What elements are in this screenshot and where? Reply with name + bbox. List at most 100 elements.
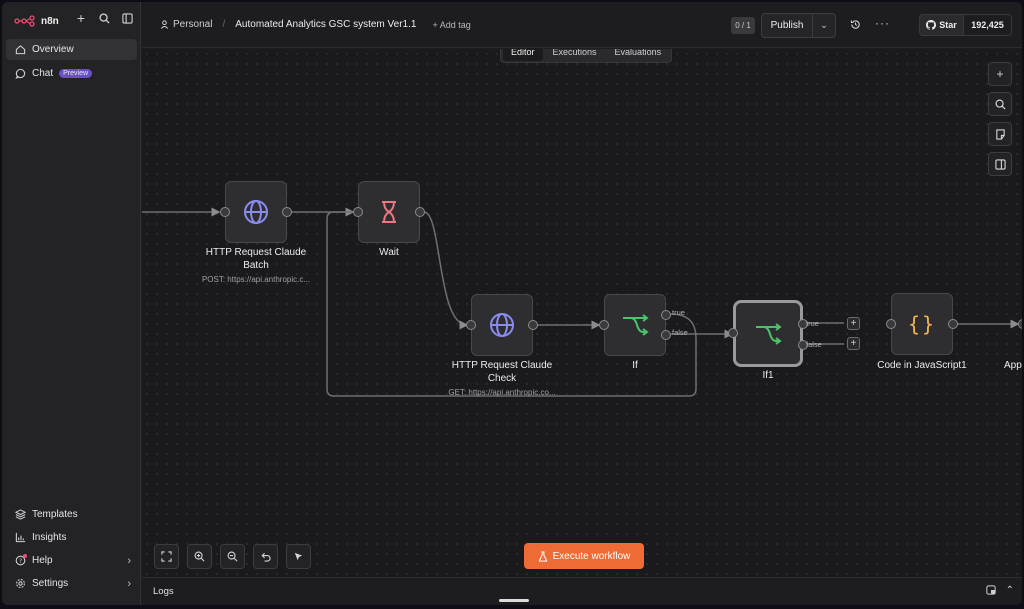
sidebar-item-label: Templates <box>32 509 78 520</box>
logs-panel[interactable]: Logs ⌃ <box>142 577 1022 605</box>
node-code-javascript[interactable]: {} <box>886 293 958 355</box>
pointer-mode-button[interactable] <box>286 544 311 569</box>
add-icon[interactable]: + <box>74 10 88 26</box>
sidebar-item-label: Insights <box>32 532 67 543</box>
search-icon[interactable] <box>97 11 111 25</box>
undo-button[interactable] <box>253 544 278 569</box>
sticky-note-button[interactable] <box>988 122 1012 146</box>
breadcrumb-separator: / <box>222 19 226 30</box>
sidebar-item-help[interactable]: ? Help › <box>6 550 137 571</box>
workflow-title[interactable]: Automated Analytics GSC system Ver1.1 <box>235 19 416 30</box>
execute-workflow-button[interactable]: Execute workflow <box>524 543 644 569</box>
node-title: HTTP Request Claude Check <box>451 360 553 384</box>
sidebar: n8n + Overview Chat Preview Templates In… <box>2 2 141 605</box>
search-nodes-button[interactable] <box>988 92 1012 116</box>
add-tag-button[interactable]: + Add tag <box>432 20 470 30</box>
chevron-right-icon: › <box>127 577 131 590</box>
toggle-panel-button[interactable] <box>988 152 1012 176</box>
output-label-false: false <box>672 328 688 337</box>
output-handle-true[interactable] <box>661 310 671 320</box>
output-handle[interactable] <box>948 319 958 329</box>
zoom-in-button[interactable] <box>187 544 212 569</box>
top-header: Personal / Automated Analytics GSC syste… <box>142 2 1022 48</box>
sidebar-item-label: Overview <box>32 44 74 55</box>
input-handle[interactable] <box>220 207 230 217</box>
sidebar-item-settings[interactable]: Settings › <box>6 573 137 594</box>
chevron-down-icon[interactable]: ⌄ <box>813 20 835 31</box>
node-title: HTTP Request Claude Batch <box>205 247 307 271</box>
chat-icon <box>14 68 26 80</box>
undo-icon <box>261 552 271 562</box>
chevron-up-icon[interactable]: ⌃ <box>1006 585 1014 598</box>
search-icon <box>995 99 1006 110</box>
zoom-out-button[interactable] <box>220 544 245 569</box>
output-label-true: true <box>672 308 685 317</box>
settings-icon <box>14 578 26 590</box>
add-node-button[interactable]: + <box>988 62 1012 86</box>
breadcrumb: Personal / Automated Analytics GSC syste… <box>160 19 471 30</box>
node-title: App <box>1004 360 1022 371</box>
node-if1[interactable] <box>728 300 808 367</box>
edge-wait-check <box>423 211 469 330</box>
input-handle[interactable] <box>728 328 738 338</box>
code-braces-icon: {} <box>907 312 937 336</box>
node-http-request-batch[interactable] <box>220 181 292 243</box>
help-icon: ? <box>14 553 27 567</box>
sticky-note-icon <box>995 128 1005 140</box>
input-handle[interactable] <box>353 207 363 217</box>
panel-icon <box>994 158 1006 170</box>
input-handle[interactable] <box>886 319 896 329</box>
add-node-true-button[interactable]: + <box>847 317 860 330</box>
github-star-button[interactable]: Star 192,425 <box>919 14 1012 36</box>
node-subtitle: GET: https://api.anthropic.co... <box>448 388 556 397</box>
output-label-true: true <box>806 319 819 328</box>
output-handle[interactable] <box>528 320 538 330</box>
node-if[interactable] <box>599 294 671 356</box>
input-handle[interactable] <box>466 320 476 330</box>
connection-edges <box>142 207 1020 397</box>
canvas-bottom-toolbar <box>154 544 311 569</box>
add-node-false-button[interactable]: + <box>847 337 860 350</box>
branch-icon <box>756 322 782 345</box>
output-handle[interactable] <box>415 207 425 217</box>
node-title: If <box>632 360 638 371</box>
node-wait[interactable] <box>353 181 425 243</box>
project-link[interactable]: Personal <box>173 19 212 30</box>
fit-view-button[interactable] <box>154 544 179 569</box>
publish-button[interactable]: Publish ⌄ <box>761 13 836 38</box>
node-http-request-check[interactable] <box>466 294 538 356</box>
notification-dot <box>23 553 27 558</box>
sidebar-item-overview[interactable]: Overview <box>6 39 137 60</box>
input-handle[interactable] <box>599 320 609 330</box>
templates-icon <box>14 509 26 521</box>
popout-icon[interactable] <box>985 585 996 598</box>
output-handle[interactable] <box>282 207 292 217</box>
sidebar-item-templates[interactable]: Templates <box>6 504 137 525</box>
sidebar-item-insights[interactable]: Insights <box>6 527 137 548</box>
node-title: Wait <box>379 247 399 258</box>
history-icon[interactable] <box>850 19 861 33</box>
publish-label[interactable]: Publish <box>762 14 813 37</box>
flask-icon <box>538 550 547 562</box>
node-title: If1 <box>762 370 774 381</box>
logs-resize-handle[interactable] <box>499 599 529 602</box>
sidebar-item-chat[interactable]: Chat Preview <box>6 63 137 84</box>
home-icon <box>14 44 26 56</box>
sidebar-item-label: Help <box>32 555 53 566</box>
zoom-out-icon <box>227 551 238 562</box>
chevron-right-icon: › <box>127 554 131 567</box>
toggle-sidebar-icon[interactable] <box>120 11 134 25</box>
svg-text:?: ? <box>18 557 21 565</box>
brand-logo[interactable]: n8n <box>14 12 59 30</box>
app-window: n8n + Overview Chat Preview Templates In… <box>2 2 1022 605</box>
workflow-canvas[interactable]: Editor Executions Evaluations HTTP Reque… <box>142 49 1022 577</box>
branch-icon <box>623 314 649 336</box>
user-icon <box>160 20 169 29</box>
output-handle-false[interactable] <box>661 330 671 340</box>
execute-workflow-label: Execute workflow <box>552 550 631 562</box>
output-label-false: false <box>806 340 822 349</box>
github-star-count: 192,425 <box>971 20 1004 30</box>
more-options-icon[interactable]: ··· <box>875 16 890 30</box>
input-handle[interactable] <box>1018 319 1022 329</box>
globe-icon <box>490 313 514 337</box>
